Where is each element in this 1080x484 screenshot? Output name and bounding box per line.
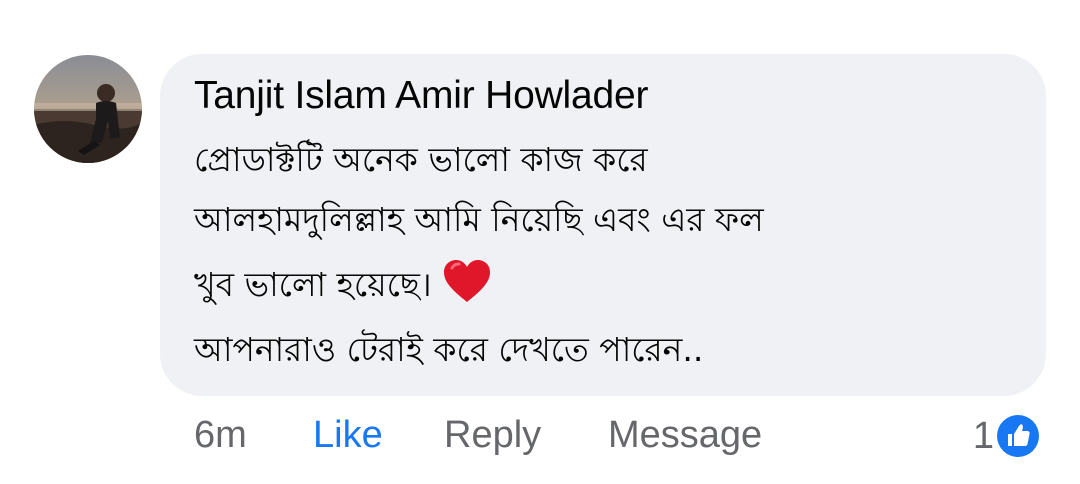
- reply-button[interactable]: Reply: [444, 414, 541, 457]
- comment-timestamp: 6m: [194, 414, 247, 456]
- thumbs-up-icon: [997, 415, 1039, 457]
- reaction-count: 1: [972, 414, 994, 457]
- like-button[interactable]: Like: [313, 414, 383, 457]
- heart-emoji: [443, 260, 490, 302]
- avatar-photo: [34, 55, 142, 163]
- comment-text-line-3: খুব ভালো হয়েছে।: [194, 258, 492, 315]
- avatar[interactable]: [34, 55, 142, 163]
- reaction-summary[interactable]: 1: [973, 414, 1040, 458]
- message-button[interactable]: Message: [608, 414, 762, 457]
- comment-text-line-3-text: খুব ভালো হয়েছে।: [194, 265, 432, 304]
- comment-text-line-4: আপনারাও টেরাই করে দেখতে পারেন..: [194, 330, 704, 369]
- comment-text-line-1: প্রোডাক্টটি অনেক ভালো কাজ করে: [194, 140, 648, 179]
- comment-author[interactable]: Tanjit Islam Amir Howlader: [194, 74, 648, 118]
- comment-text-line-2: আলহামদুলিল্লাহ আমি নিয়েছি এবং এর ফল: [194, 200, 764, 239]
